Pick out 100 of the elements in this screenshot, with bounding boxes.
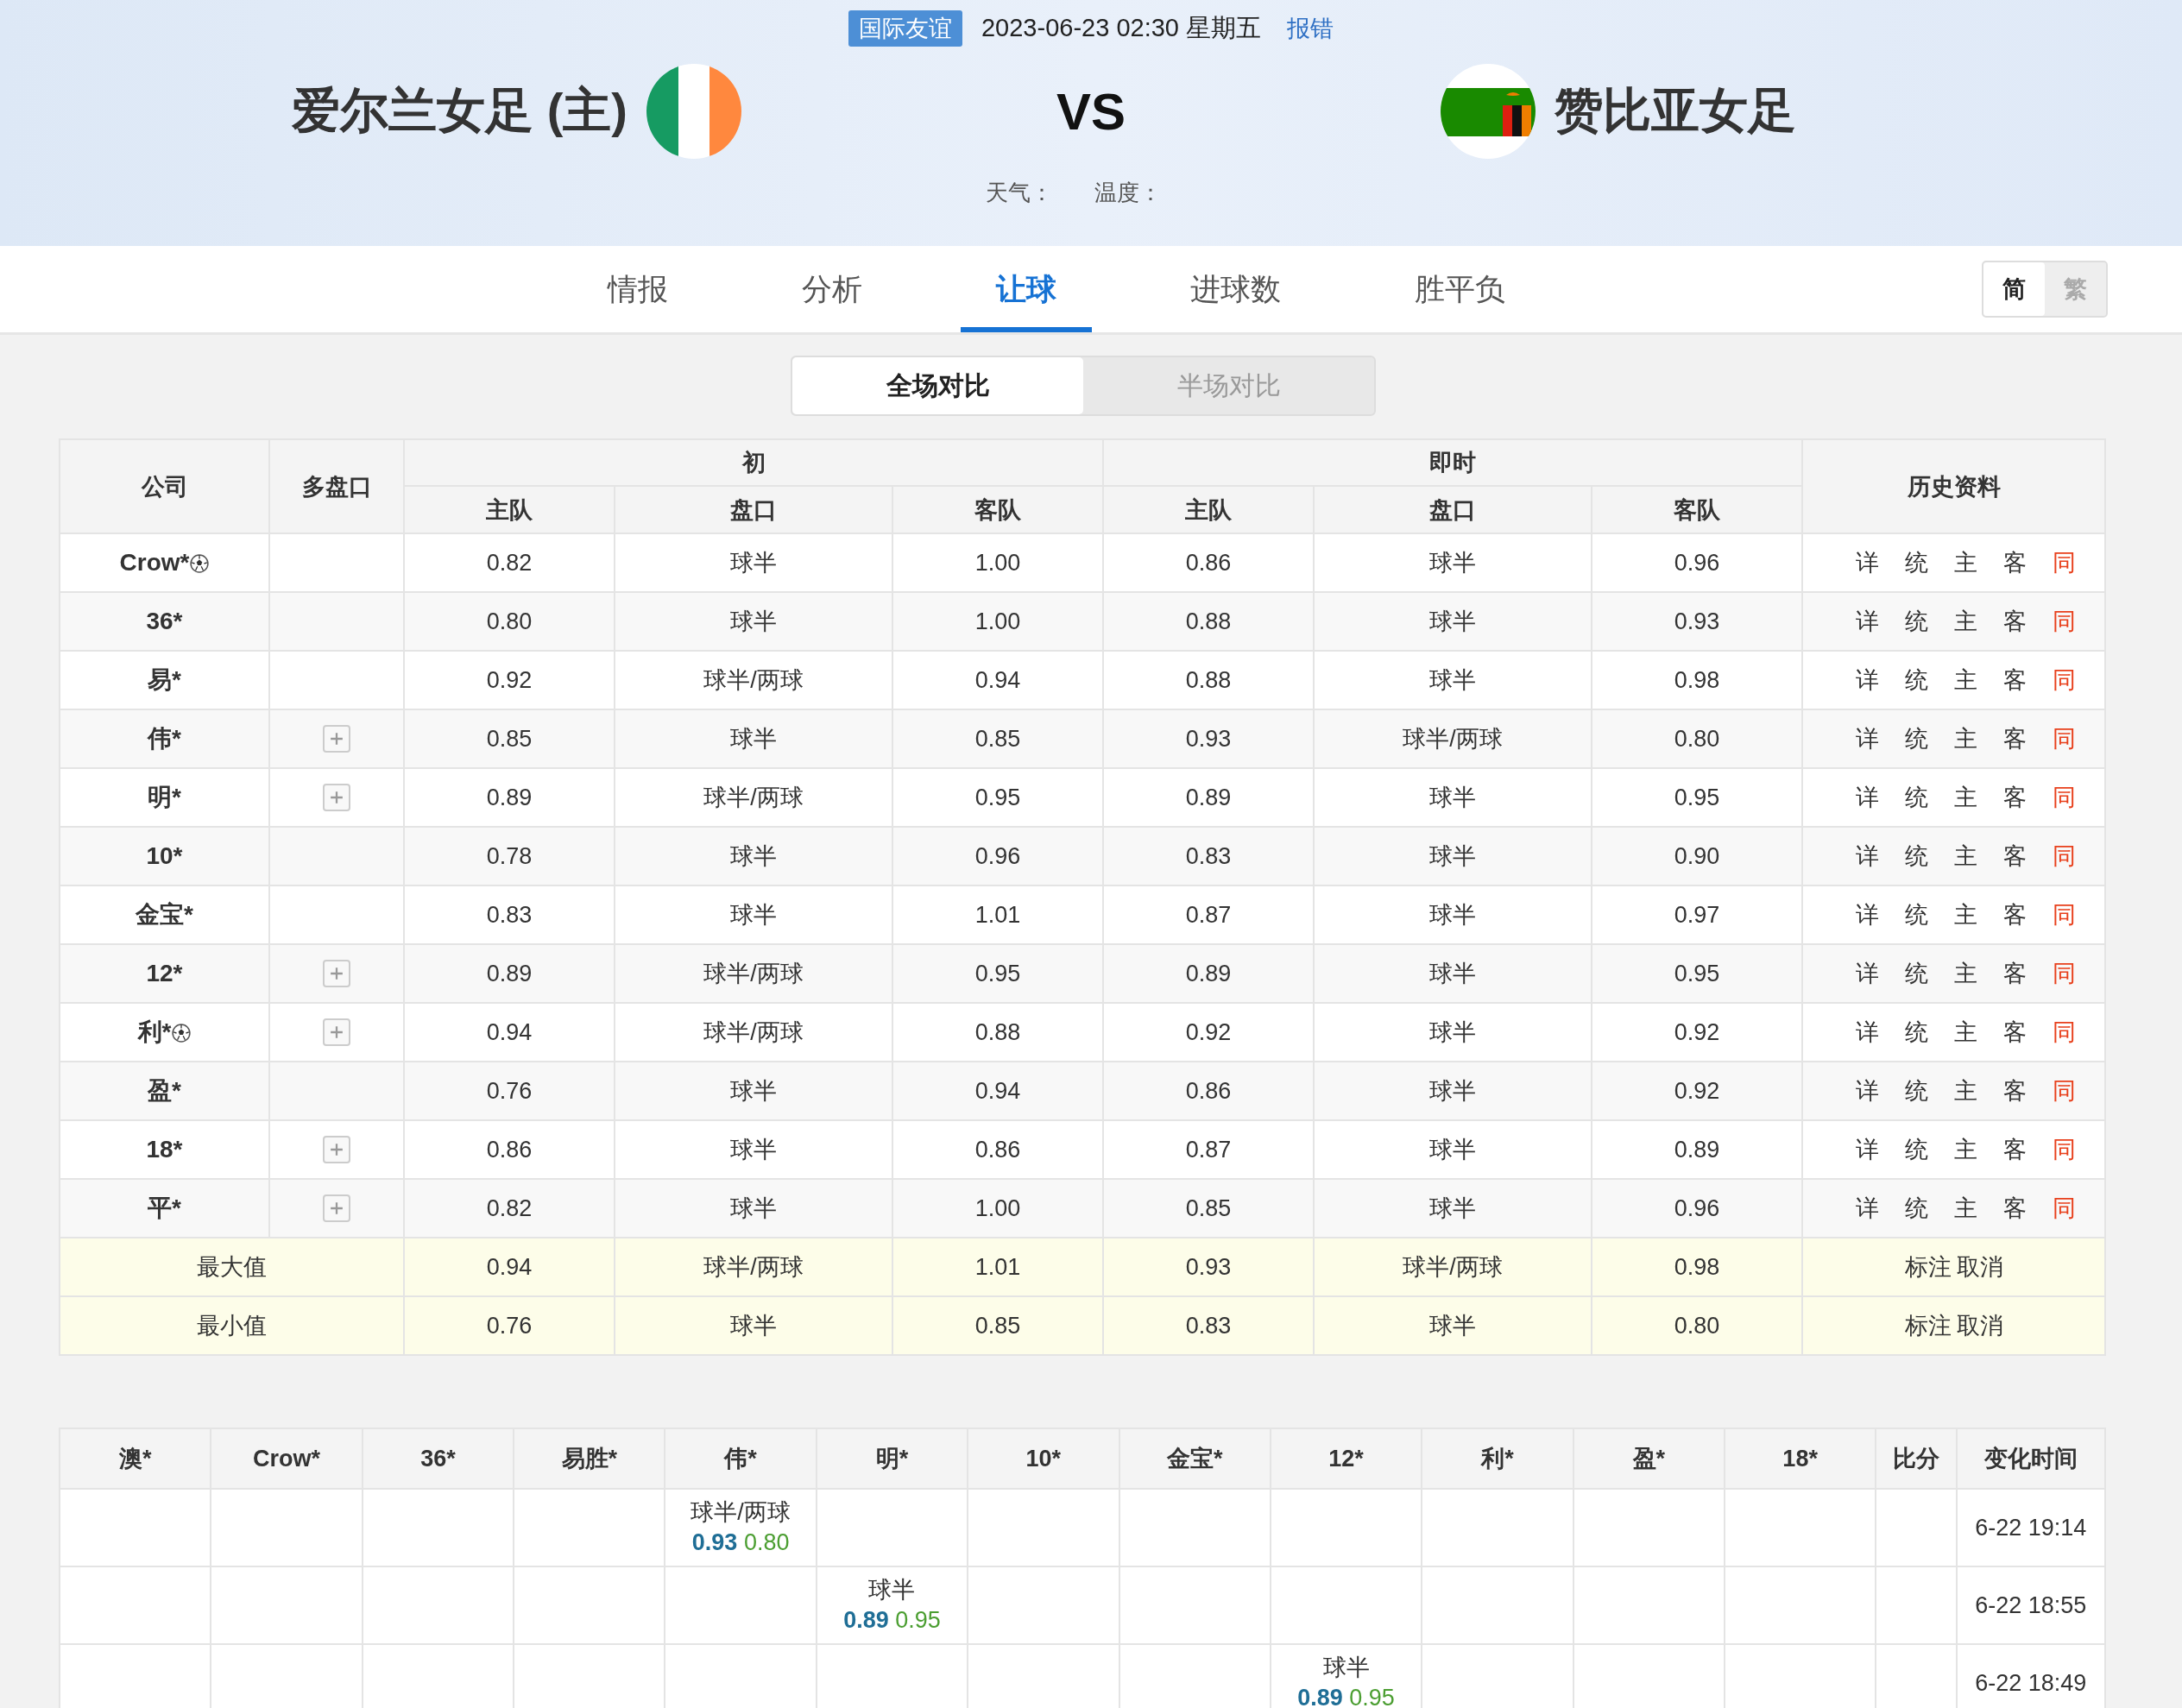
nav-tab[interactable]: 让球 [961, 246, 1092, 332]
away-team-name: 赞比亚女足 [1555, 82, 1796, 139]
history-link[interactable]: 客 [2003, 547, 2027, 578]
odds-cell: 0.90 [1592, 827, 1803, 886]
column-header: 利* [1422, 1428, 1573, 1489]
column-header: 客队 [1592, 486, 1803, 533]
history-link[interactable]: 统 [1905, 547, 1929, 578]
history-link[interactable]: 统 [1905, 606, 1929, 637]
summary-action-link[interactable]: 取消 [1956, 1310, 2003, 1341]
history-link[interactable]: 主 [1954, 958, 1978, 989]
report-error-link[interactable]: 报错 [1287, 13, 1334, 44]
history-link[interactable]: 同 [2053, 665, 2077, 696]
history-link[interactable]: 同 [2053, 1017, 2077, 1048]
odds-cell: 球半 [1314, 533, 1592, 592]
history-link[interactable]: 详 [1856, 1075, 1880, 1106]
competition-badge: 国际友谊 [848, 10, 962, 47]
odds-cell: 球半 [1314, 944, 1592, 1003]
history-link[interactable]: 主 [1954, 1075, 1978, 1106]
nav-tab[interactable]: 分析 [766, 246, 898, 332]
history-link[interactable]: 详 [1856, 1017, 1880, 1048]
history-link[interactable]: 主 [1954, 665, 1978, 696]
history-link[interactable]: 详 [1856, 606, 1880, 637]
history-link[interactable]: 详 [1856, 958, 1880, 989]
history-link[interactable]: 主 [1954, 723, 1978, 754]
summary-action-link[interactable]: 标注 [1904, 1251, 1952, 1283]
temperature-label: 温度： [1094, 179, 1162, 207]
history-link[interactable]: 同 [2053, 782, 2077, 813]
odds-cell: 0.93 [1592, 592, 1803, 651]
expand-button[interactable] [323, 960, 350, 988]
history-link[interactable]: 客 [2003, 606, 2027, 637]
history-link[interactable]: 统 [1905, 1075, 1929, 1106]
history-link[interactable]: 详 [1856, 1134, 1880, 1165]
history-link[interactable]: 统 [1905, 841, 1929, 872]
history-link[interactable]: 统 [1905, 1193, 1929, 1224]
company-name: Crow* [119, 549, 190, 576]
history-link[interactable]: 统 [1905, 958, 1929, 989]
history-link[interactable]: 同 [2053, 1134, 2077, 1165]
nav-tab[interactable]: 情报 [572, 246, 703, 332]
history-link[interactable]: 同 [2053, 899, 2077, 930]
column-header: 36* [362, 1428, 514, 1489]
history-link[interactable]: 详 [1856, 782, 1880, 813]
expand-button[interactable] [323, 1018, 350, 1047]
history-link[interactable]: 统 [1905, 665, 1929, 696]
history-link[interactable]: 主 [1954, 1017, 1978, 1048]
history-link[interactable]: 客 [2003, 1075, 2027, 1106]
history-link[interactable]: 同 [2053, 1193, 2077, 1224]
history-link[interactable]: 详 [1856, 665, 1880, 696]
nav-tab[interactable]: 胜平负 [1379, 246, 1541, 332]
history-link[interactable]: 客 [2003, 958, 2027, 989]
nav-tab[interactable]: 进球数 [1155, 246, 1316, 332]
company-name: 18* [146, 1136, 183, 1163]
history-link[interactable]: 同 [2053, 723, 2077, 754]
company-name: 金宝* [136, 901, 193, 928]
history-link[interactable]: 客 [2003, 723, 2027, 754]
history-link[interactable]: 主 [1954, 782, 1978, 813]
history-link[interactable]: 客 [2003, 899, 2027, 930]
history-link[interactable]: 统 [1905, 1017, 1929, 1048]
history-link[interactable]: 统 [1905, 723, 1929, 754]
history-link[interactable]: 详 [1856, 1193, 1880, 1224]
summary-action-link[interactable]: 取消 [1956, 1251, 2003, 1283]
history-link[interactable]: 主 [1954, 547, 1978, 578]
history-link[interactable]: 客 [2003, 782, 2027, 813]
plus-icon [330, 791, 344, 805]
history-link[interactable]: 详 [1856, 547, 1880, 578]
history-link[interactable]: 客 [2003, 1193, 2027, 1224]
odds-cell: 1.00 [892, 592, 1104, 651]
history-link[interactable]: 主 [1954, 899, 1978, 930]
odds-cell: 0.86 [1103, 533, 1315, 592]
expand-button[interactable] [323, 1194, 350, 1223]
history-link[interactable]: 同 [2053, 958, 2077, 989]
history-link[interactable]: 主 [1954, 1134, 1978, 1165]
history-link[interactable]: 同 [2053, 606, 2077, 637]
history-link[interactable]: 同 [2053, 547, 2077, 578]
odds-cell: 0.94 [892, 651, 1104, 709]
history-link[interactable]: 统 [1905, 899, 1929, 930]
history-link[interactable]: 同 [2053, 841, 2077, 872]
expand-button[interactable] [323, 725, 350, 753]
history-link[interactable]: 客 [2003, 1134, 2027, 1165]
expand-button[interactable] [323, 784, 350, 812]
history-link[interactable]: 主 [1954, 1193, 1978, 1224]
compare-toggle[interactable]: 全场对比 [792, 357, 1083, 414]
history-link[interactable]: 统 [1905, 782, 1929, 813]
history-link[interactable]: 客 [2003, 1017, 2027, 1048]
summary-label: 最小值 [60, 1296, 404, 1355]
language-toggle[interactable]: 简 [1983, 262, 2045, 316]
history-link[interactable]: 主 [1954, 606, 1978, 637]
history-link[interactable]: 统 [1905, 1134, 1929, 1165]
history-link[interactable]: 同 [2053, 1075, 2077, 1106]
summary-action-link[interactable]: 标注 [1904, 1310, 1952, 1341]
column-header: 澳* [60, 1428, 211, 1489]
history-link[interactable]: 详 [1856, 841, 1880, 872]
odds-cell: 0.89 [1592, 1120, 1803, 1179]
home-odds: 0.89 [843, 1607, 889, 1633]
history-link[interactable]: 客 [2003, 841, 2027, 872]
history-link[interactable]: 详 [1856, 899, 1880, 930]
expand-button[interactable] [323, 1136, 350, 1164]
history-link[interactable]: 客 [2003, 665, 2027, 696]
history-link[interactable]: 详 [1856, 723, 1880, 754]
history-link[interactable]: 主 [1954, 841, 1978, 872]
plus-icon [330, 732, 344, 747]
